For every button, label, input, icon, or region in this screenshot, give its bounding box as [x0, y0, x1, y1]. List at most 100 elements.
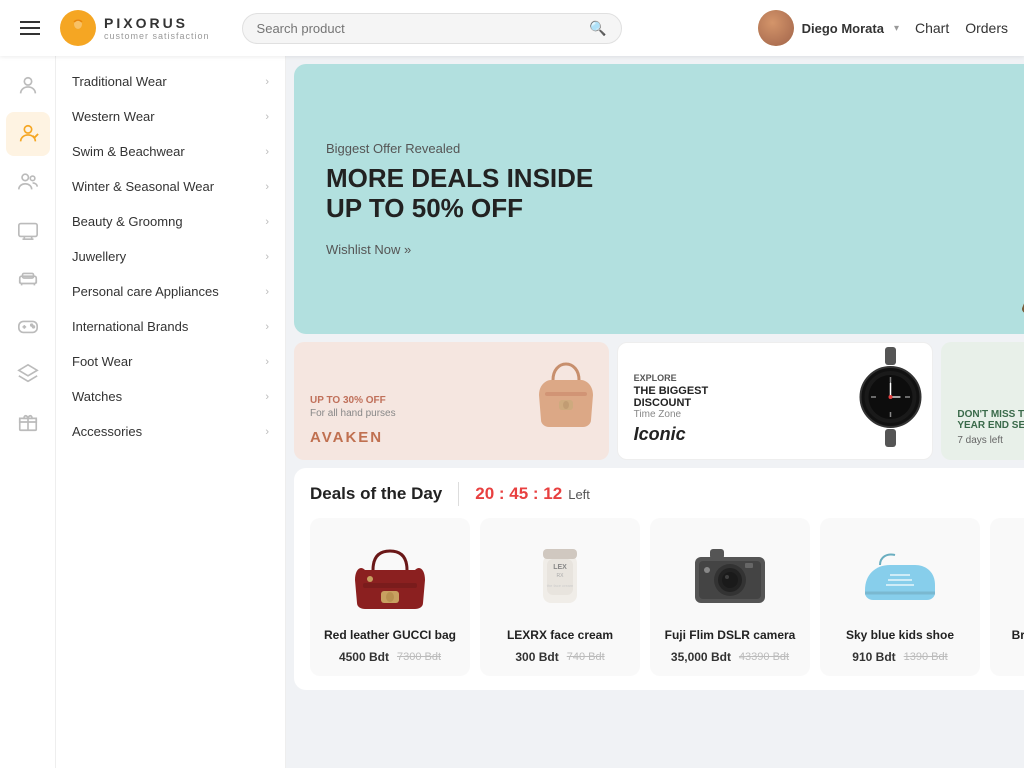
hero-title: MORE DEALS INSIDE UP TO 50% OFF	[326, 164, 1024, 224]
hero-cta[interactable]: Wishlist Now »	[326, 242, 1024, 257]
timer-text: 20 : 45 : 12	[475, 484, 562, 504]
main-layout: Traditional Wear › Western Wear › Swim &…	[0, 56, 1024, 768]
chevron-icon: ›	[265, 111, 269, 123]
category-juwellery[interactable]: Juwellery ›	[56, 239, 285, 274]
category-western-wear[interactable]: Western Wear ›	[56, 99, 285, 134]
deal-name-3: Sky blue kids shoe	[846, 628, 954, 642]
logo-name: PIXORUS	[104, 15, 210, 31]
svg-text:LEX: LEX	[553, 564, 567, 571]
category-label: Traditional Wear	[72, 74, 167, 89]
deal-original-1: 740 Bdt	[567, 651, 605, 663]
category-foot-wear[interactable]: Foot Wear ›	[56, 344, 285, 379]
category-label: Beauty & Groomng	[72, 214, 183, 229]
category-label: Western Wear	[72, 109, 155, 124]
deal-price-1: 300 Bdt	[515, 650, 558, 664]
sub-banner-lamp[interactable]: DON'T MISS THE YEAR END SELL 7 days left	[941, 342, 1024, 460]
deal-card-4[interactable]: Brown leather wallet 600 Bdt 980 Bdt	[990, 518, 1024, 676]
chevron-icon: ›	[265, 286, 269, 298]
deal-price-3: 910 Bdt	[852, 650, 895, 664]
sidebar-icon-gamepad[interactable]	[6, 304, 50, 348]
sub-banner-purse[interactable]: UP TO 30% OFF For all hand purses AVAKEN	[294, 342, 609, 460]
deals-header: Deals of the Day 20 : 45 : 12 Left View …	[310, 482, 1024, 506]
banner3-tag: DON'T MISS THE YEAR END SELL	[957, 409, 1024, 431]
deal-price-0: 4500 Bdt	[339, 650, 389, 664]
sidebar-icon-person[interactable]	[6, 64, 50, 108]
deals-divider	[458, 482, 459, 506]
deal-card-1[interactable]: LEX RX the face cream LEXRX face cream 3…	[480, 518, 640, 676]
category-personal-care[interactable]: Personal care Appliances ›	[56, 274, 285, 309]
user-name: Diego Morata	[802, 21, 884, 36]
sub-banners: UP TO 30% OFF For all hand purses AVAKEN	[294, 342, 1024, 460]
chevron-icon: ›	[265, 76, 269, 88]
deal-name-2: Fuji Flim DSLR camera	[665, 628, 796, 642]
watch-visual	[853, 347, 928, 450]
user-dropdown-icon[interactable]: ▾	[894, 23, 899, 34]
chevron-icon: ›	[265, 426, 269, 438]
hero-chair	[986, 84, 1024, 334]
sidebar-icon-layers[interactable]	[6, 352, 50, 396]
category-traditional-wear[interactable]: Traditional Wear ›	[56, 64, 285, 99]
sub-banner-watch[interactable]: EXPLORE THE BIGGEST DISCOUNT Time Zone I…	[617, 342, 934, 460]
chevron-icon: ›	[265, 391, 269, 403]
category-label: Juwellery	[72, 249, 126, 264]
timer-left: Left	[568, 487, 590, 502]
sidebar-icon-gift[interactable]	[6, 400, 50, 444]
deals-section: Deals of the Day 20 : 45 : 12 Left View …	[294, 468, 1024, 690]
sidebar-icon-person2[interactable]	[6, 160, 50, 204]
category-label: Foot Wear	[72, 354, 132, 369]
deal-card-3[interactable]: Sky blue kids shoe 910 Bdt 1390 Bdt	[820, 518, 980, 676]
category-label: Watches	[72, 389, 122, 404]
chevron-icon: ›	[265, 146, 269, 158]
avatar-image	[758, 10, 794, 46]
category-beauty-grooming[interactable]: Beauty & Groomng ›	[56, 204, 285, 239]
logo: PIXORUS customer satisfaction	[60, 10, 210, 46]
deal-name-4: Brown leather wallet	[1012, 628, 1024, 642]
deal-img-0	[322, 530, 458, 620]
category-label: Accessories	[72, 424, 142, 439]
deal-card-2[interactable]: Fuji Flim DSLR camera 35,000 Bdt 43390 B…	[650, 518, 810, 676]
deal-prices-1: 300 Bdt 740 Bdt	[515, 650, 604, 664]
chair-svg	[996, 104, 1024, 334]
category-label: International Brands	[72, 319, 188, 334]
category-accessories[interactable]: Accessories ›	[56, 414, 285, 449]
deal-img-4	[1002, 530, 1024, 620]
search-input[interactable]	[257, 21, 582, 36]
deal-name-0: Red leather GUCCI bag	[324, 628, 456, 642]
hero-subtitle: Biggest Offer Revealed	[326, 141, 1024, 156]
sidebar-icon-tv[interactable]	[6, 208, 50, 252]
header: PIXORUS customer satisfaction 🔍 Diego Mo…	[0, 0, 1024, 56]
logo-text: PIXORUS customer satisfaction	[104, 15, 210, 41]
sidebar-icons	[0, 56, 56, 768]
category-international-brands[interactable]: International Brands ›	[56, 309, 285, 344]
deals-timer: 20 : 45 : 12 Left	[475, 484, 590, 504]
deal-price-2: 35,000 Bdt	[671, 650, 731, 664]
orders-link[interactable]: Orders	[965, 20, 1008, 36]
deal-original-2: 43390 Bdt	[739, 651, 789, 663]
svg-text:RX: RX	[557, 573, 565, 579]
category-swim-beachwear[interactable]: Swim & Beachwear ›	[56, 134, 285, 169]
sidebar-icon-user-active[interactable]	[6, 112, 50, 156]
deal-original-3: 1390 Bdt	[904, 651, 948, 663]
search-bar[interactable]: 🔍	[242, 13, 622, 44]
purse-visual	[531, 350, 601, 433]
deal-card-0[interactable]: Red leather GUCCI bag 4500 Bdt 7300 Bdt	[310, 518, 470, 676]
deal-img-1: LEX RX the face cream	[492, 530, 628, 620]
logo-icon	[60, 10, 96, 46]
category-label: Swim & Beachwear	[72, 144, 185, 159]
deals-grid: Red leather GUCCI bag 4500 Bdt 7300 Bdt	[310, 518, 1024, 676]
category-watches[interactable]: Watches ›	[56, 379, 285, 414]
deal-original-0: 7300 Bdt	[397, 651, 441, 663]
hamburger-menu[interactable]	[16, 17, 44, 39]
banner3-sub: 7 days left	[957, 435, 1024, 446]
deal-img-3	[832, 530, 968, 620]
category-menu: Traditional Wear › Western Wear › Swim &…	[56, 56, 286, 768]
deal-prices-2: 35,000 Bdt 43390 Bdt	[671, 650, 789, 664]
deal-img-2	[662, 530, 798, 620]
sidebar-icon-sofa[interactable]	[6, 256, 50, 300]
logo-sub: customer satisfaction	[104, 31, 210, 41]
category-winter-seasonal[interactable]: Winter & Seasonal Wear ›	[56, 169, 285, 204]
category-label: Personal care Appliances	[72, 284, 219, 299]
deal-name-1: LEXRX face cream	[507, 628, 613, 642]
chart-link[interactable]: Chart	[915, 20, 949, 36]
hero-banner: Biggest Offer Revealed MORE DEALS INSIDE…	[294, 64, 1024, 334]
